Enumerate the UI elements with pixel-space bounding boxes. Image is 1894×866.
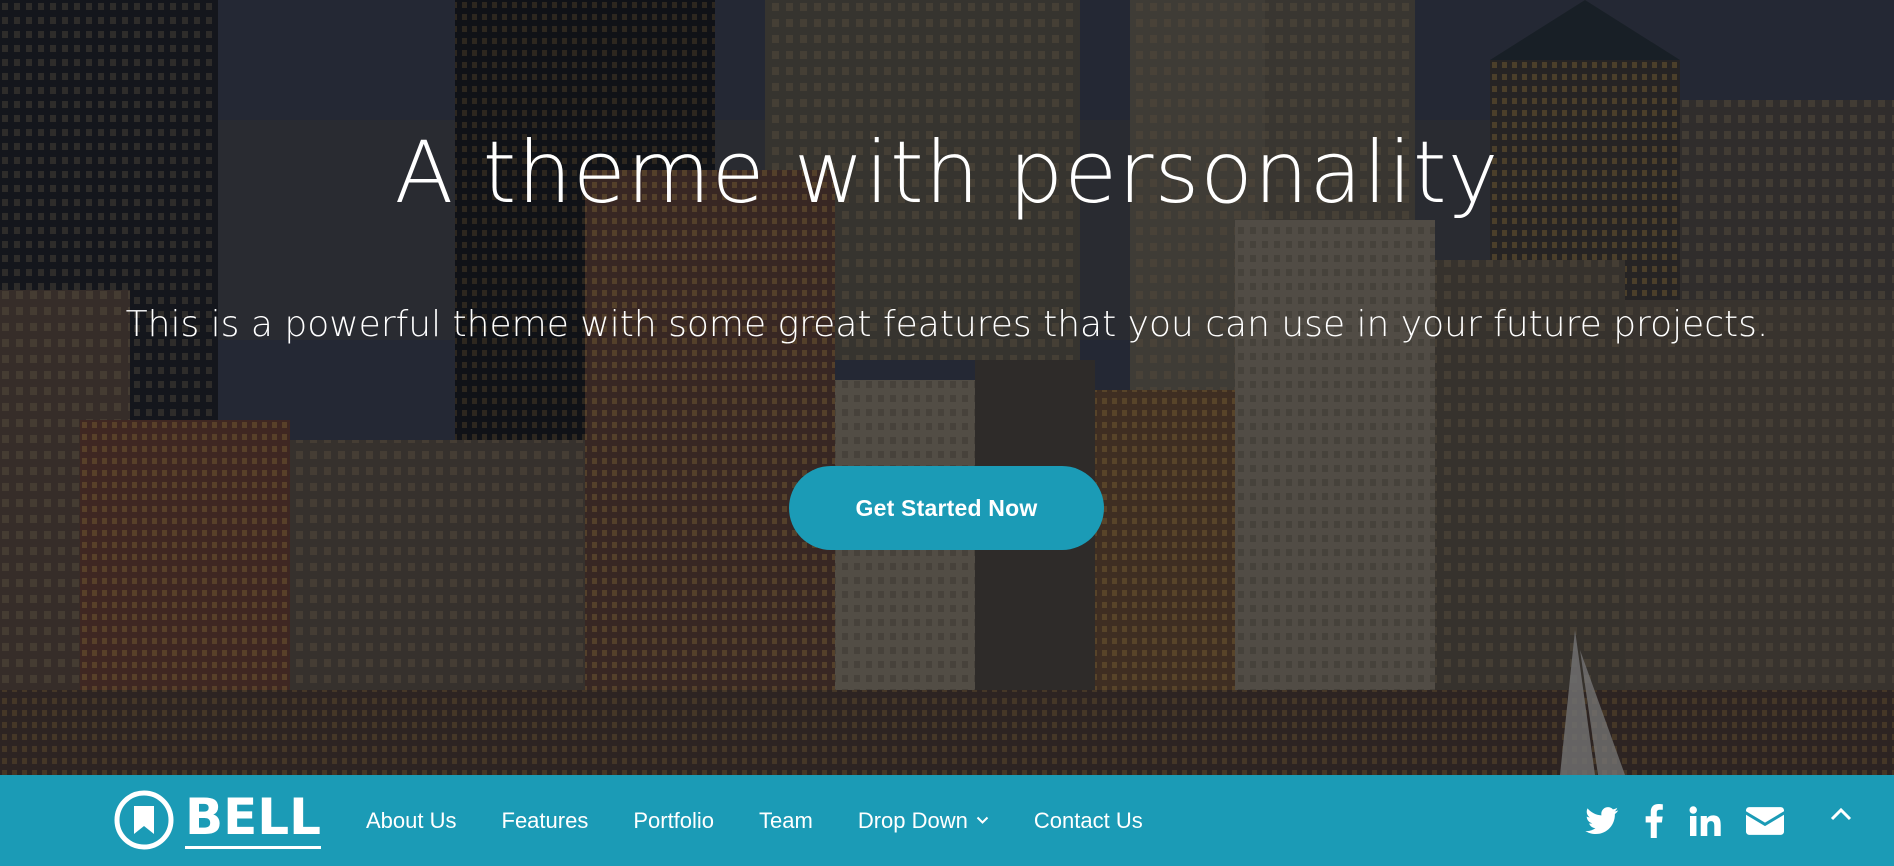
chevron-down-icon <box>976 816 989 824</box>
facebook-icon[interactable] <box>1644 803 1664 838</box>
main-navbar: BELL About Us Features Portfolio Team Dr… <box>0 775 1894 866</box>
social-links <box>1560 775 1784 866</box>
linkedin-icon[interactable] <box>1689 805 1721 836</box>
chevron-up-icon[interactable] <box>1828 805 1854 825</box>
brand-name: BELL <box>185 792 321 849</box>
hero-subtitle: This is a powerful theme with some great… <box>125 304 1769 345</box>
nav-link-portfolio[interactable]: Portfolio <box>633 808 714 834</box>
nav-link-team[interactable]: Team <box>759 808 813 834</box>
nav-link-drop-down[interactable]: Drop Down <box>858 808 989 834</box>
nav-link-about-us[interactable]: About Us <box>366 808 457 834</box>
nav-links: About Us Features Portfolio Team Drop Do… <box>366 775 1188 866</box>
get-started-button[interactable]: Get Started Now <box>789 466 1104 550</box>
brand-logo[interactable]: BELL <box>113 785 321 855</box>
twitter-icon[interactable] <box>1585 806 1619 835</box>
hero-section: A theme with personality This is a power… <box>0 0 1894 775</box>
nav-link-features[interactable]: Features <box>502 808 589 834</box>
hero-title: A theme with personality <box>394 123 1500 223</box>
nav-link-contact-us[interactable]: Contact Us <box>1034 808 1143 834</box>
nav-link-drop-down-label: Drop Down <box>857 807 968 833</box>
hero-overlay <box>0 0 1894 775</box>
bookmark-logo-icon <box>114 790 174 850</box>
envelope-icon[interactable] <box>1746 806 1784 835</box>
